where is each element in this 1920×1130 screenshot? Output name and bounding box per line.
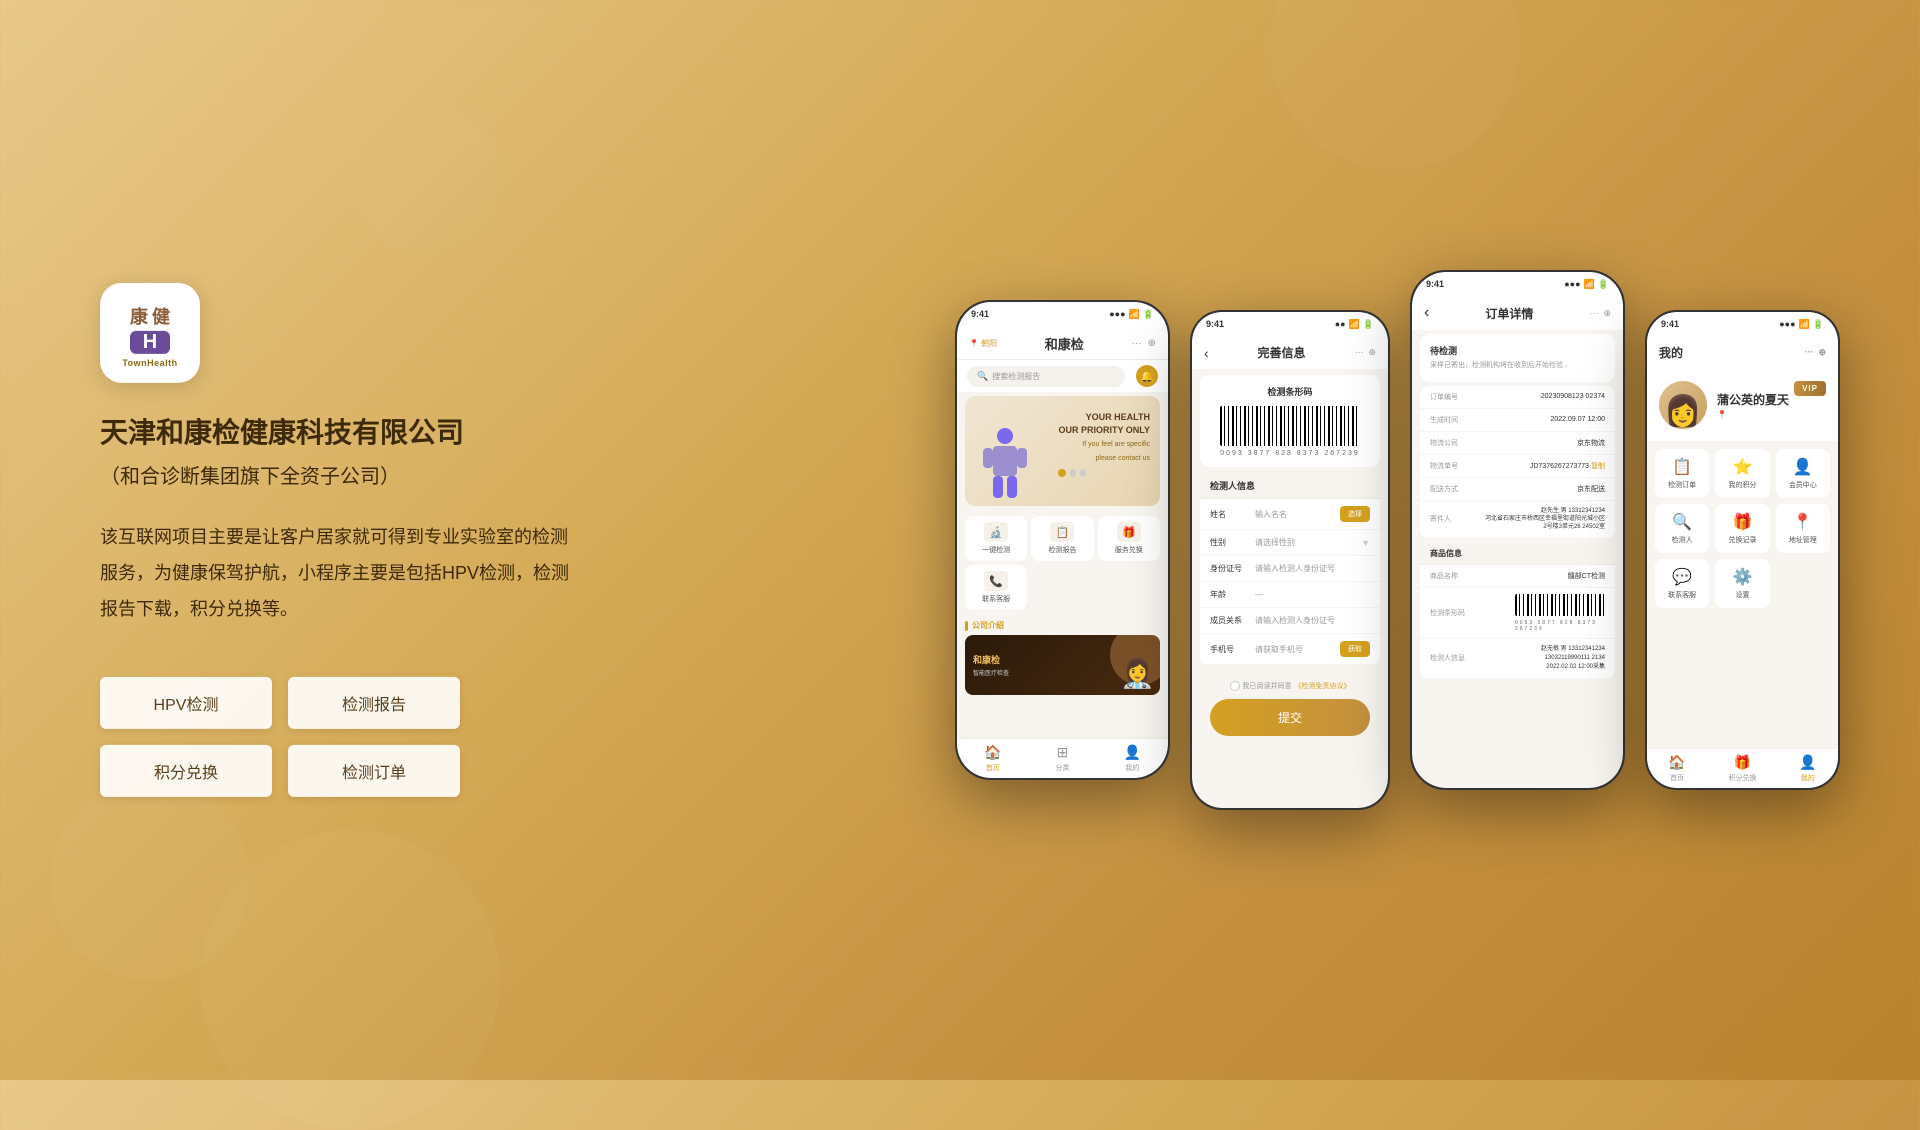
p4-nav-home[interactable]: 🏠 首页 (1668, 754, 1685, 783)
app-icon: 康 健 H TownHealth (100, 283, 200, 383)
tag-order[interactable]: 检测订单 (288, 745, 460, 797)
menu-address[interactable]: 📍 地址管理 (1776, 504, 1830, 553)
phone-home: 9:41 ●●● 📶 🔋 📍 朝阳 和康检 ··· ⊕ (955, 300, 1170, 780)
p1-menu-grid: 🔬 一键检测 📋 检测报告 🎁 服务兑换 📞 联系客服 (957, 510, 1168, 616)
grid-item-exchange[interactable]: 🎁 服务兑换 (1098, 516, 1160, 561)
p3-goods-card: 商品信息 商品名称 髓部CT检测 检测条形码 0093 3877 828 837… (1420, 543, 1615, 679)
form-row-id: 身份证号 请输入检测人身份证号 (1200, 556, 1380, 582)
p2-barcode-image (1220, 406, 1360, 446)
p1-company-section: 公司介绍 和康检 智能医疗检查 👩‍⚕️ (957, 616, 1168, 699)
company-description: 该互联网项目主要是让客户居家就可得到专业实验室的检测服务，为健康保驾护航，小程序… (100, 519, 580, 627)
company-title: 天津和康检健康科技有限公司 (100, 413, 580, 452)
p3-order-card: 订单编号 20230908123 02374 生成时间 2022.09.07 1… (1420, 386, 1615, 539)
p1-bottom-nav: 🏠 首页 ⊞ 分类 👤 我的 (957, 738, 1168, 778)
p2-header: ‹ 完善信息 ··· ⊕ (1192, 336, 1388, 369)
menu-settings[interactable]: ⚙️ 设置 (1715, 559, 1769, 608)
form-row-age: 年龄 — (1200, 582, 1380, 608)
p2-barcode-section: 检测条形码 0093 3877 828 8373 267239 (1200, 375, 1380, 467)
company-subtitle: （和合诊断集团旗下全资子公司） (100, 460, 580, 489)
menu-tester[interactable]: 🔍 检测人 (1655, 504, 1709, 553)
menu-detection-order[interactable]: 📋 检测订单 (1655, 449, 1709, 498)
tags-grid: HPV检测 检测报告 积分兑换 检测订单 (100, 677, 460, 797)
icon-brand-text: TownHealth (122, 358, 177, 368)
phone-complete-info: 9:41 ●●📶🔋 ‹ 完善信息 ··· ⊕ 检测条形码 0093 3877 8… (1190, 310, 1390, 810)
grid-item-report[interactable]: 📋 检测报告 (1031, 516, 1093, 561)
form-row-relation: 成员关系 请输入检测人身份证号 (1200, 608, 1380, 634)
p2-form: 检测人信息 姓名 输入名名 选择 性别 请选择性别 ▼ 身份证号 请输入检测人身… (1200, 473, 1380, 665)
menu-service[interactable]: 💬 联系客服 (1655, 559, 1709, 608)
p1-company-card: 和康检 智能医疗检查 👩‍⚕️ (965, 635, 1160, 695)
submit-btn[interactable]: 提交 (1210, 699, 1370, 736)
p4-nav-exchange[interactable]: 🎁 积分兑换 (1728, 754, 1756, 783)
p1-search-bar[interactable]: 🔍 搜索检测报告 (967, 366, 1125, 387)
tag-hpv[interactable]: HPV检测 (100, 677, 272, 729)
phone-order-detail: 9:41 ●●●📶🔋 ‹ 订单详情 ··· ⊕ 待检测 采样已寄出，检测机构将在… (1410, 270, 1625, 790)
left-section: 康 健 H TownHealth 天津和康检健康科技有限公司 （和合诊断集团旗下… (100, 283, 580, 797)
p3-barcode-row: 检测条形码 0093 3877 828 8373 267239 (1420, 588, 1615, 639)
p1-banner: YOUR HEALTH OUR PRIORITY ONLY If you fee… (965, 396, 1160, 506)
tag-report[interactable]: 检测报告 (288, 677, 460, 729)
user-avatar: 👩 (1659, 381, 1707, 429)
copy-tracking-btn[interactable]: 复制 (1591, 463, 1605, 470)
p2-submit-area: 我已阅读并同意 《检测免责协议》 提交 (1192, 671, 1388, 746)
vip-badge: VIP (1794, 381, 1826, 396)
p4-bottom-nav: 🏠 首页 🎁 积分兑换 👤 我的 (1647, 748, 1838, 788)
icon-jian: 健 (152, 303, 170, 329)
menu-my-points[interactable]: ⭐ 我的积分 (1715, 449, 1769, 498)
p3-order-status: 待检测 采样已寄出，检测机构将在收到后开始检验... (1420, 334, 1615, 382)
p1-header: 📍 朝阳 和康检 ··· ⊕ (957, 326, 1168, 360)
icon-kang: 康 (130, 303, 148, 329)
phones-area: 9:41 ●●● 📶 🔋 📍 朝阳 和康检 ··· ⊕ (955, 270, 1840, 810)
p1-status-bar: 9:41 ●●● 📶 🔋 (957, 302, 1168, 326)
menu-vip-center[interactable]: 👤 会员中心 (1776, 449, 1830, 498)
p4-nav-mine[interactable]: 👤 我的 (1799, 754, 1816, 783)
p2-status-bar: 9:41 ●●📶🔋 (1192, 312, 1388, 336)
app-icon-wrapper: 康 健 H TownHealth (100, 283, 580, 383)
tag-points[interactable]: 积分兑换 (100, 745, 272, 797)
p4-status-bar: 9:41 ●●●📶🔋 (1647, 312, 1838, 336)
p4-header: 我的 ··· ⊕ (1647, 336, 1838, 369)
grid-item-service[interactable]: 📞 联系客服 (965, 565, 1027, 610)
p3-status-bar: 9:41 ●●●📶🔋 (1412, 272, 1623, 296)
menu-exchange-record[interactable]: 🎁 兑换记录 (1715, 504, 1769, 553)
grid-item-test[interactable]: 🔬 一键检测 (965, 516, 1027, 561)
get-phone-btn[interactable]: 获取 (1340, 641, 1370, 657)
nav-category[interactable]: ⊞ 分类 (1055, 744, 1069, 773)
form-row-name: 姓名 输入名名 选择 (1200, 499, 1380, 530)
p4-profile-area: 👩 蒲公英的夏天 📍 VIP (1647, 369, 1838, 441)
phone-profile: 9:41 ●●●📶🔋 我的 ··· ⊕ 👩 蒲公英的夏天 📍 VI (1645, 310, 1840, 790)
p4-menu-grid: 📋 检测订单 ⭐ 我的积分 👤 会员中心 🔍 检测人 🎁 兑换记录 (1647, 441, 1838, 616)
nav-mine[interactable]: 👤 我的 (1124, 744, 1141, 773)
p3-header: ‹ 订单详情 ··· ⊕ (1412, 296, 1623, 330)
name-select-btn[interactable]: 选择 (1340, 506, 1370, 522)
p1-search-area: 🔍 搜索检测报告 🔔 (957, 360, 1168, 392)
nav-home[interactable]: 🏠 首页 (984, 744, 1001, 773)
form-row-phone: 手机号 请获取手机号 获取 (1200, 634, 1380, 665)
form-row-gender: 性别 请选择性别 ▼ (1200, 530, 1380, 556)
